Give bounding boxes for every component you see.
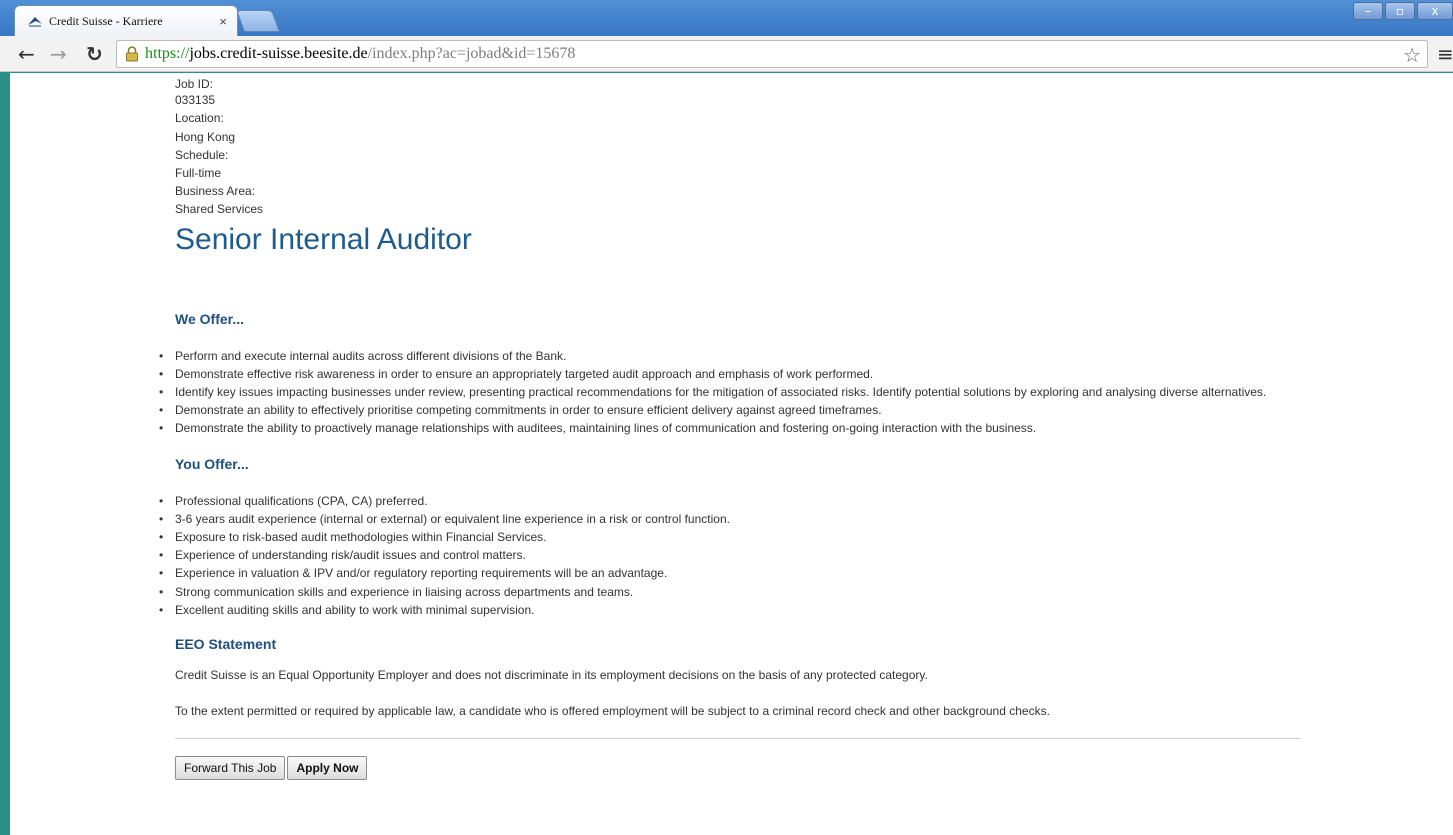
list-item: Demonstrate effective risk awareness in … bbox=[157, 365, 1301, 383]
list-item: Experience of understanding risk/audit i… bbox=[157, 546, 1301, 564]
list-item: Demonstrate the ability to proactively m… bbox=[157, 419, 1301, 437]
you-offer-heading: You Offer... bbox=[175, 455, 249, 472]
we-offer-list: Perform and execute internal audits acro… bbox=[157, 347, 1301, 438]
forward-job-button[interactable]: Forward This Job bbox=[175, 755, 286, 780]
favicon-sail-icon bbox=[27, 15, 43, 27]
list-item: Experience in valuation & IPV and/or reg… bbox=[157, 564, 1301, 582]
star-icon[interactable]: ☆ bbox=[1403, 43, 1421, 67]
business-area-value: Shared Services bbox=[175, 202, 264, 217]
forward-arrow-icon[interactable]: → bbox=[50, 42, 67, 66]
apply-now-button[interactable]: Apply Now bbox=[287, 755, 368, 780]
location-value: Hong Kong bbox=[175, 129, 236, 144]
job-ad-content: Job ID: 033135 Location: Hong Kong Sched… bbox=[159, 73, 1301, 780]
list-item: Perform and execute internal audits acro… bbox=[157, 347, 1301, 365]
list-item: Identify key issues impacting businesses… bbox=[157, 383, 1301, 401]
eeo-heading: EEO Statement bbox=[175, 635, 277, 652]
schedule-value: Full-time bbox=[175, 165, 222, 180]
restore-icon[interactable]: ▫ bbox=[1385, 2, 1415, 20]
back-arrow-icon[interactable]: ← bbox=[18, 42, 35, 66]
list-item: Excellent auditing skills and ability to… bbox=[157, 601, 1301, 619]
tab-close-icon[interactable]: × bbox=[219, 14, 227, 29]
list-item: Professional qualifications (CPA, CA) pr… bbox=[157, 492, 1301, 510]
new-tab-button[interactable] bbox=[235, 10, 281, 32]
web-page: Job ID: 033135 Location: Hong Kong Sched… bbox=[10, 73, 1453, 835]
list-item: Demonstrate an ability to effectively pr… bbox=[157, 401, 1301, 419]
schedule-label: Schedule: bbox=[175, 147, 229, 162]
job-meta: Job ID: 033135 Location: Hong Kong Sched… bbox=[175, 73, 1301, 219]
url-host: jobs.credit-suisse.beesite.de bbox=[189, 45, 368, 62]
reload-icon[interactable]: ↻ bbox=[86, 42, 103, 66]
we-offer-heading: We Offer... bbox=[175, 310, 244, 327]
browser-toolbar: ← → ↻ https:// jobs.credit-suisse.beesit… bbox=[0, 36, 1453, 72]
list-item: Exposure to risk-based audit methodologi… bbox=[157, 528, 1301, 546]
business-area-label: Business Area: bbox=[175, 184, 256, 199]
location-label: Location: bbox=[175, 111, 224, 126]
list-item: Strong communication skills and experien… bbox=[157, 583, 1301, 601]
job-id-value: 033135 bbox=[175, 93, 216, 108]
minimize-icon[interactable]: – bbox=[1353, 2, 1383, 20]
job-title: Senior Internal Auditor bbox=[175, 222, 472, 256]
eeo-paragraph: Credit Suisse is an Equal Opportunity Em… bbox=[175, 667, 928, 682]
list-item: 3-6 years audit experience (internal or … bbox=[157, 510, 1301, 528]
close-window-icon[interactable]: x bbox=[1417, 2, 1453, 20]
job-id-label: Job ID: bbox=[175, 77, 214, 91]
divider bbox=[175, 737, 1301, 739]
you-offer-list: Professional qualifications (CPA, CA) pr… bbox=[157, 492, 1301, 620]
tab-title: Credit Suisse - Karriere bbox=[49, 13, 163, 28]
menu-icon[interactable]: ≡ bbox=[1437, 42, 1453, 66]
browser-tabstrip: Credit Suisse - Karriere × – ▫ x bbox=[0, 0, 1453, 36]
background-check-paragraph: To the extent permitted or required by a… bbox=[175, 703, 1050, 718]
url-scheme: https:// bbox=[145, 45, 190, 62]
url-path: /index.php?ac=jobad&id=15678 bbox=[367, 45, 576, 62]
lock-icon bbox=[125, 46, 139, 62]
address-bar[interactable]: https:// jobs.credit-suisse.beesite.de /… bbox=[116, 40, 1428, 68]
browser-tab-active[interactable]: Credit Suisse - Karriere × bbox=[14, 5, 238, 36]
window-controls: – ▫ x bbox=[1351, 2, 1453, 20]
action-buttons: Forward This Job Apply Now bbox=[175, 755, 1301, 780]
